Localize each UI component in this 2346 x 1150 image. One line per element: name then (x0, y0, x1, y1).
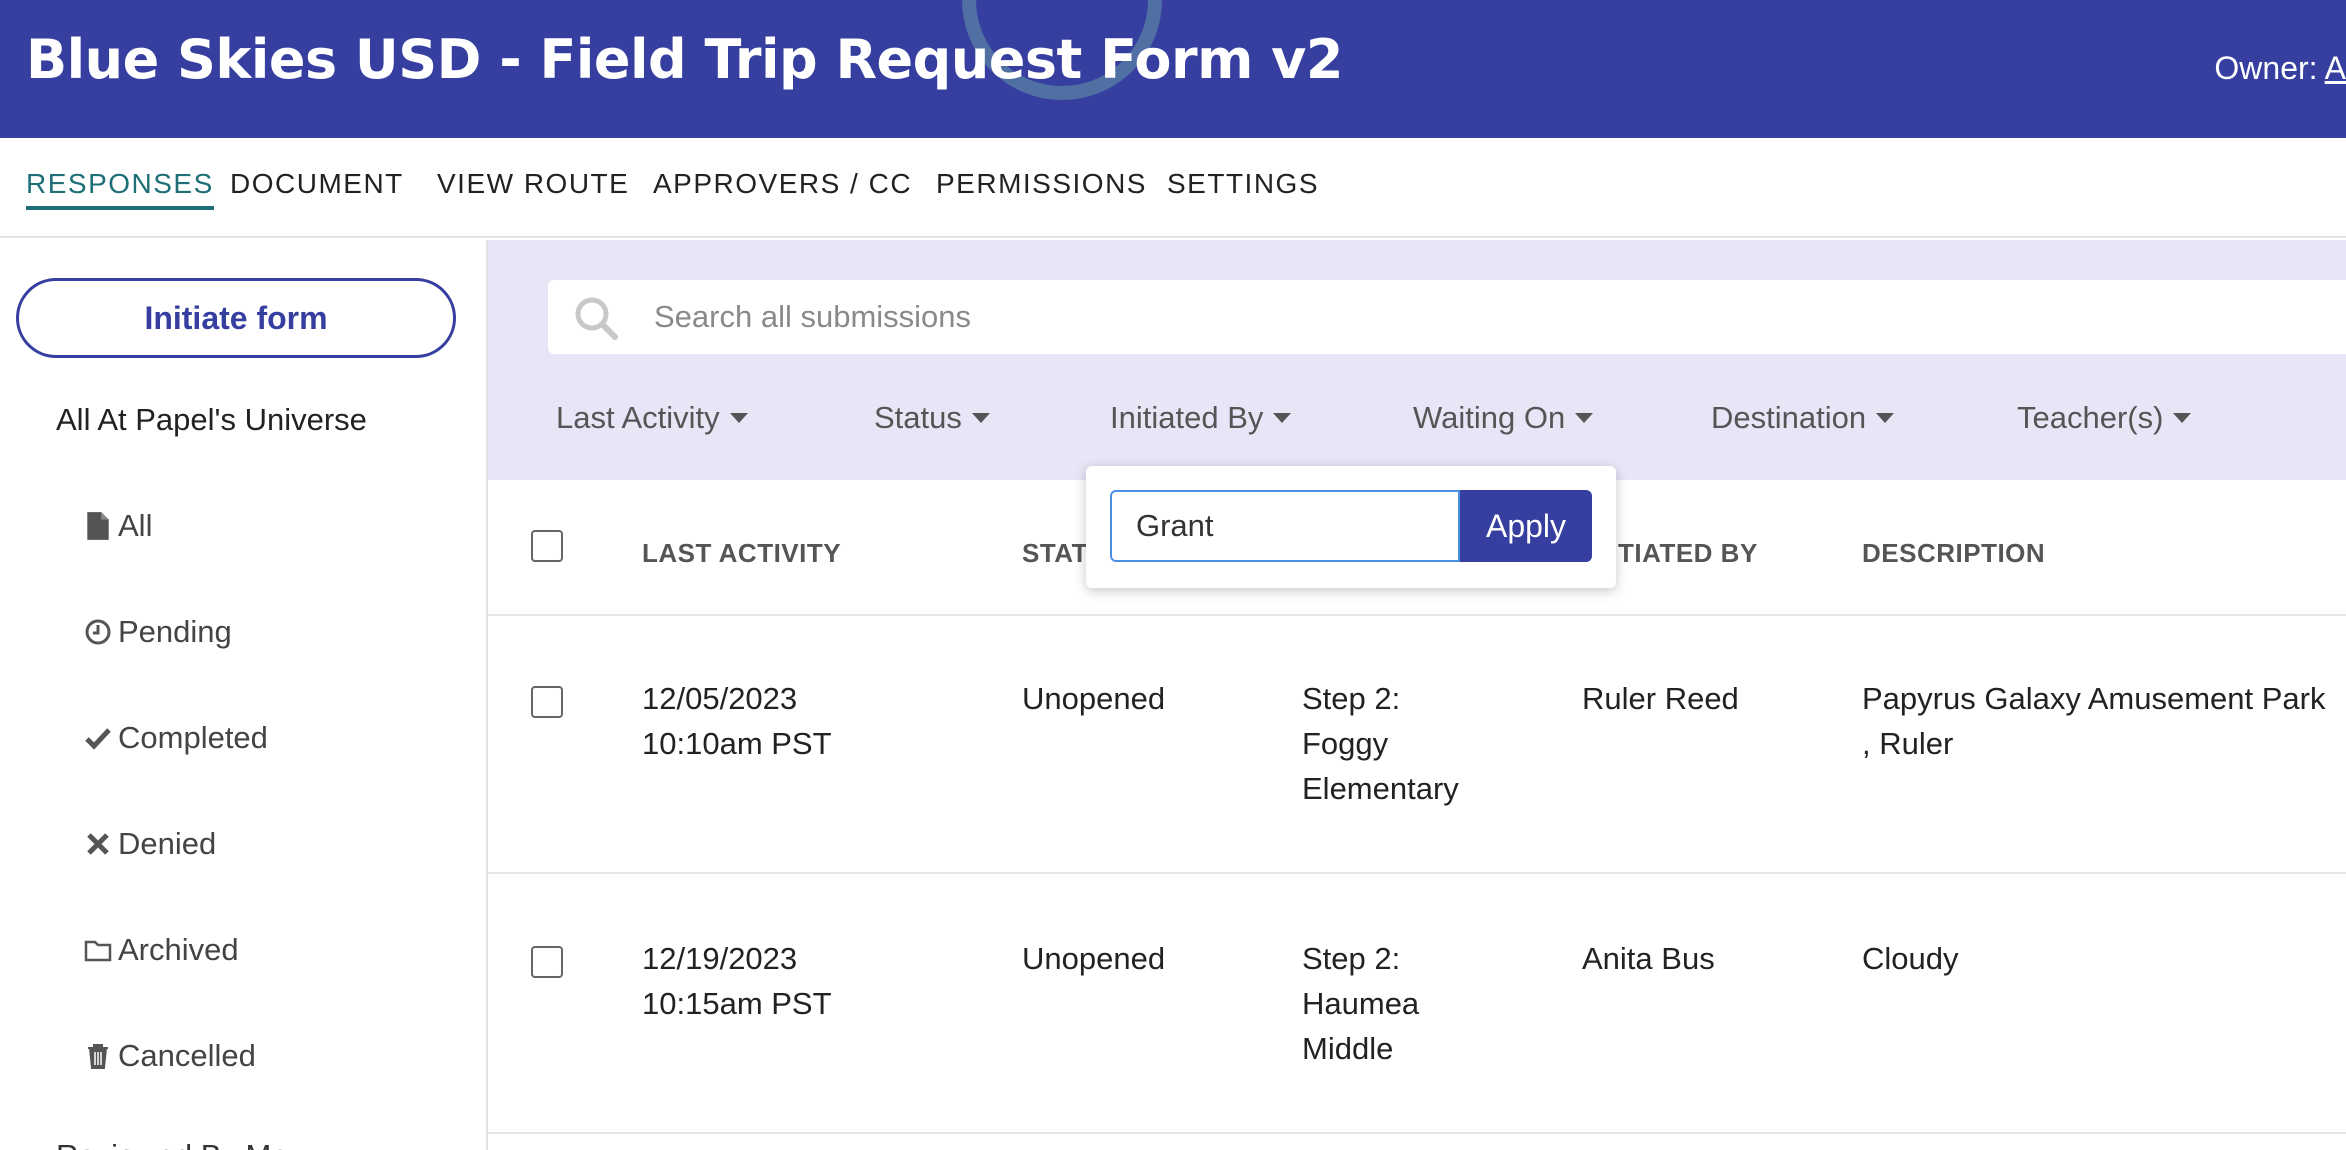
filter-label: Status (874, 400, 962, 435)
caret-down-icon (971, 413, 990, 423)
filter-label: Last Activity (556, 400, 720, 435)
search-box (548, 280, 2346, 354)
description-text: Cloudy (1862, 941, 1959, 976)
clock-icon (85, 619, 111, 645)
column-header-last-activity[interactable]: LAST ACTIVITY (642, 538, 841, 569)
check-icon (85, 728, 111, 750)
caret-down-icon (729, 413, 748, 423)
sidebar-item-label: All (118, 508, 153, 543)
search-input[interactable] (654, 292, 2254, 342)
sidebar-item-label: Pending (118, 614, 232, 649)
row-checkbox[interactable] (531, 946, 563, 978)
filter-panel: Last Activity Status Initiated By Waitin… (488, 240, 2346, 480)
last-activity-cell: 12/05/2023 10:10am PST (642, 676, 832, 766)
apply-button[interactable]: Apply (1460, 490, 1592, 562)
filter-label: Teacher(s) (2017, 400, 2164, 435)
filter-label: Destination (1711, 400, 1867, 435)
step-text: Step 2: (1302, 941, 1401, 976)
tab-responses[interactable]: RESPONSES (26, 168, 214, 210)
caret-down-icon (1273, 413, 1292, 423)
caret-down-icon (2173, 413, 2192, 423)
description-text: Papyrus Galaxy Amusement Park (1862, 681, 2326, 716)
owner-link[interactable]: A (2325, 50, 2346, 86)
page-title: Blue Skies USD - Field Trip Request Form… (26, 28, 1343, 91)
filter-label: Initiated By (1110, 400, 1264, 435)
description-text: , Ruler (1862, 726, 1954, 761)
tab-bar: RESPONSES DOCUMENT VIEW ROUTE APPROVERS … (0, 138, 2346, 238)
date-text: 12/05/2023 (642, 681, 798, 716)
owner-info: Owner: A (2214, 50, 2346, 87)
file-icon (87, 512, 109, 540)
tab-permissions[interactable]: PERMISSIONS (936, 168, 1147, 206)
filter-label: Waiting On (1413, 400, 1566, 435)
table-row[interactable]: 12/19/2023 10:15am PST Unopened Step 2: … (488, 876, 2346, 1134)
filter-last-activity[interactable]: Last Activity (556, 400, 748, 436)
filter-status[interactable]: Status (874, 400, 990, 436)
column-header-description[interactable]: DESCRIPTION (1862, 538, 2045, 569)
caret-down-icon (1575, 413, 1594, 423)
row-checkbox[interactable] (531, 686, 563, 718)
x-icon (87, 833, 109, 855)
sidebar-item-reviewed-by-me[interactable]: Reviewed By Me (56, 1138, 289, 1150)
sidebar-item-pending[interactable]: Pending (84, 614, 232, 650)
step-text: Elementary (1302, 771, 1459, 806)
tab-approvers-cc[interactable]: APPROVERS / CC (653, 168, 912, 206)
tab-document[interactable]: DOCUMENT (230, 168, 404, 206)
sidebar-universe-label[interactable]: All At Papel's Universe (56, 402, 367, 438)
step-text: Middle (1302, 1031, 1394, 1066)
sidebar-item-completed[interactable]: Completed (84, 720, 268, 756)
tab-view-route[interactable]: VIEW ROUTE (437, 168, 629, 206)
step-text: Foggy (1302, 726, 1389, 761)
select-all-checkbox[interactable] (531, 530, 563, 562)
step-text: Haumea (1302, 986, 1420, 1021)
filter-teachers[interactable]: Teacher(s) (2017, 400, 2192, 436)
owner-label: Owner: (2214, 50, 2318, 86)
initiated-by-filter-input[interactable] (1110, 490, 1460, 562)
sidebar-item-archived[interactable]: Archived (84, 932, 239, 968)
sidebar-item-all[interactable]: All (84, 508, 152, 544)
initiated-by-filter-popup: Apply (1086, 466, 1616, 588)
caret-down-icon (1876, 413, 1895, 423)
initiate-form-button[interactable]: Initiate form (16, 278, 456, 358)
trash-icon (88, 1044, 108, 1069)
time-text: 10:15am PST (642, 986, 832, 1021)
sidebar-item-cancelled[interactable]: Cancelled (84, 1038, 256, 1074)
filter-destination[interactable]: Destination (1711, 400, 1895, 436)
step-text: Step 2: (1302, 681, 1401, 716)
sidebar-item-label: Completed (118, 720, 268, 755)
waiting-on-cell: Step 2: Haumea Middle (1302, 936, 1419, 1071)
app-header: Blue Skies USD - Field Trip Request Form… (0, 0, 2346, 138)
status-cell: Unopened (1022, 941, 1166, 976)
description-cell: Cloudy (1862, 936, 1959, 981)
tab-settings[interactable]: SETTINGS (1167, 168, 1319, 206)
initiated-by-cell: Anita Bus (1582, 941, 1715, 976)
sidebar-item-label: Cancelled (118, 1038, 256, 1073)
status-cell: Unopened (1022, 681, 1166, 716)
search-icon (575, 297, 618, 340)
date-text: 12/19/2023 (642, 941, 798, 976)
sidebar-item-denied[interactable]: Denied (84, 826, 216, 862)
last-activity-cell: 12/19/2023 10:15am PST (642, 936, 832, 1026)
initiated-by-cell: Ruler Reed (1582, 681, 1739, 716)
filter-initiated-by[interactable]: Initiated By (1110, 400, 1292, 436)
sidebar-item-label: Denied (118, 826, 217, 861)
table-row[interactable]: 12/05/2023 10:10am PST Unopened Step 2: … (488, 616, 2346, 874)
sidebar: Initiate form All At Papel's Universe Al… (0, 240, 488, 1150)
sidebar-item-label: Archived (118, 932, 239, 967)
time-text: 10:10am PST (642, 726, 832, 761)
column-header-initiated-by[interactable]: TIATED BY (1618, 538, 1758, 569)
description-cell: Papyrus Galaxy Amusement Park , Ruler (1862, 676, 2325, 766)
column-header-status[interactable]: STAT (1022, 538, 1088, 569)
filter-waiting-on[interactable]: Waiting On (1413, 400, 1594, 436)
folder-icon (84, 940, 112, 962)
waiting-on-cell: Step 2: Foggy Elementary (1302, 676, 1459, 811)
